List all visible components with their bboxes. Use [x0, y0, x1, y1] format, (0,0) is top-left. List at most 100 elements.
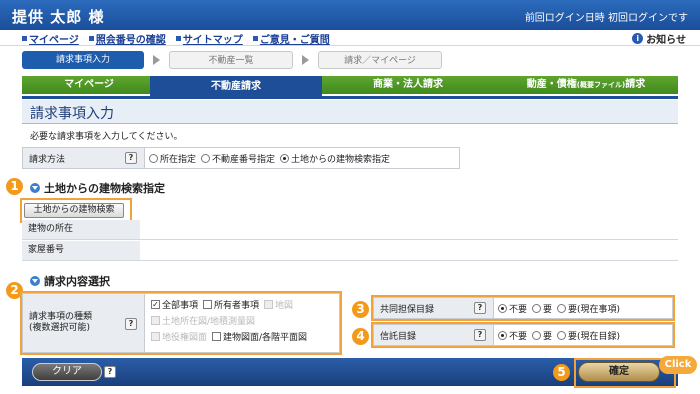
radio-joint-current[interactable]: 要(現在事項): [557, 302, 620, 315]
radio-circle: [149, 153, 158, 163]
land-search-heading-text: 土地からの建物検索指定: [44, 182, 165, 195]
link-reference-number[interactable]: 照会番号の確認: [88, 31, 166, 46]
radio-trust-current[interactable]: 要(現在目録): [557, 329, 620, 342]
trust-options: 不要 要 要(現在目録): [494, 325, 625, 345]
checkbox-empty: [203, 300, 213, 309]
checkbox-disabled: [151, 332, 160, 341]
house-number-label: 家屋番号: [22, 241, 140, 260]
radio-circle: [201, 153, 211, 163]
tab-mypage[interactable]: マイページ: [22, 76, 156, 94]
radio-label: 要(現在事項): [568, 304, 621, 315]
help-icon[interactable]: ?: [474, 329, 486, 341]
radio-trust-required[interactable]: 要: [532, 329, 552, 342]
link-feedback[interactable]: ご意見・ご質問: [252, 31, 330, 46]
trust-label-cell: 信託目録 ?: [374, 325, 494, 345]
building-location-row: 建物の所在: [22, 220, 678, 240]
checkbox-disabled: [151, 316, 160, 325]
help-icon[interactable]: ?: [474, 302, 486, 314]
tab-movable-main: 動産・債権: [526, 79, 577, 90]
checkbox-map-label: 地図: [275, 301, 294, 311]
content-select-heading-text: 請求内容選択: [44, 275, 110, 288]
clear-button[interactable]: クリア: [32, 363, 102, 381]
link-reference-number-label: 照会番号の確認: [95, 35, 166, 46]
radio-trust-not-required[interactable]: 不要: [498, 329, 527, 342]
bullet-icon: [252, 36, 258, 41]
checkbox-building-map[interactable]: 建物図面/各階平面図: [212, 330, 307, 343]
land-search-button[interactable]: 土地からの建物検索: [24, 203, 124, 218]
checkbox-map: 地図: [264, 298, 293, 311]
radio-label: 不要: [509, 304, 528, 315]
radio-joint-not-required[interactable]: 不要: [498, 302, 527, 315]
step-arrow-icon: [153, 55, 160, 65]
link-mypage-label: マイページ: [29, 35, 79, 46]
callout-badge-1: 1: [6, 178, 23, 195]
help-icon[interactable]: ?: [125, 152, 137, 164]
info-icon: i: [632, 33, 644, 44]
radio-label: 不要: [509, 331, 528, 342]
checkbox-checked: ✓: [151, 300, 160, 309]
checkbox-easement-map: 地役権図面: [151, 330, 207, 343]
tab-movable[interactable]: 動産・債権(概要ファイル)請求: [494, 76, 678, 94]
instruction-text: 必要な請求事項を入力してください。: [30, 132, 183, 142]
checkbox-disabled: [264, 300, 274, 309]
checkbox-all-items[interactable]: ✓ 全部事項: [151, 298, 198, 311]
radio-circle: [280, 153, 290, 163]
bullet-icon: [175, 36, 181, 41]
joint-collateral-label-cell: 共同担保目録 ?: [374, 298, 494, 318]
step-arrow-icon: [302, 55, 309, 65]
tab-underline: [22, 96, 678, 99]
radio-joint-required[interactable]: 要: [532, 302, 552, 315]
checkbox-all-items-label: 全部事項: [162, 301, 199, 311]
radio-label: 要(現在目録): [568, 331, 621, 342]
link-mypage[interactable]: マイページ: [22, 31, 79, 46]
house-number-row: 家屋番号: [22, 241, 678, 261]
checkbox-easement-map-label: 地役権図面: [162, 333, 208, 343]
trust-row: 信託目録 ? 不要 要 要(現在目録): [373, 324, 673, 346]
collapse-icon: [30, 183, 40, 193]
link-sitemap[interactable]: サイトマップ: [175, 31, 243, 46]
last-login-text: 前回ログイン日時 初回ログインです: [524, 13, 688, 24]
collapse-icon: [30, 276, 40, 286]
radio-circle: [498, 330, 507, 340]
request-types-label-2: (複数選択可能): [29, 323, 91, 333]
radio-land-search[interactable]: 土地からの建物検索指定: [280, 152, 390, 165]
radio-number[interactable]: 不動産番号指定: [201, 152, 275, 165]
callout-badge-4: 4: [352, 328, 369, 345]
joint-collateral-options: 不要 要 要(現在事項): [494, 298, 625, 318]
method-label: 請求方法: [29, 154, 66, 165]
help-icon[interactable]: ?: [125, 318, 137, 330]
radio-location[interactable]: 所在指定: [149, 152, 196, 165]
radio-circle: [557, 330, 567, 340]
radio-location-label: 所在指定: [160, 154, 197, 165]
notice-link[interactable]: i お知らせ: [632, 31, 686, 46]
help-icon[interactable]: ?: [104, 366, 116, 378]
main-tabs: マイページ 不動産請求 商業・法人請求 動産・債権(概要ファイル)請求: [22, 76, 678, 98]
request-types-label-1: 請求事項の種類: [29, 312, 93, 322]
click-callout: Click: [659, 356, 697, 374]
request-type-checkboxes: ✓ 全部事項 所有者事項 地図 土地所在図/地積測量図 地役権図面 建物図面/各階…: [145, 294, 313, 352]
callout-badge-3: 3: [352, 301, 369, 318]
trust-label: 信託目録: [380, 331, 417, 342]
joint-collateral-row: 共同担保目録 ? 不要 要 要(現在事項): [373, 297, 673, 319]
checkbox-land-map-label: 土地所在図/地積測量図: [162, 317, 256, 327]
tab-realestate[interactable]: 不動産請求: [150, 76, 322, 98]
step-input: 請求事項入力: [22, 51, 144, 69]
checkbox-owner[interactable]: 所有者事項: [203, 298, 259, 311]
tab-movable-small: (概要ファイル): [576, 81, 626, 89]
bullet-icon: [22, 36, 27, 41]
radio-circle: [557, 303, 567, 313]
user-name: 提供 太郎 様: [12, 8, 105, 26]
link-feedback-label: ご意見・ご質問: [259, 35, 330, 46]
radio-circle: [498, 303, 507, 313]
tab-corporate[interactable]: 商業・法人請求: [322, 76, 494, 94]
step-request: 請求／マイページ: [318, 51, 442, 69]
section-header: 請求事項入力: [22, 100, 678, 124]
step-list: 不動産一覧: [169, 51, 293, 69]
progress-steps: 請求事項入力 不動産一覧 請求／マイページ: [22, 51, 442, 69]
top-header: 提供 太郎 様 前回ログイン日時 初回ログインです: [0, 0, 700, 30]
method-label-cell: 請求方法 ?: [23, 148, 145, 168]
radio-number-label: 不動産番号指定: [212, 154, 276, 165]
checkbox-building-map-label: 建物図面/各階平面図: [223, 333, 308, 343]
checkbox-empty: [212, 332, 222, 341]
request-types-label: 請求事項の種類 (複数選択可能) ?: [23, 294, 145, 352]
